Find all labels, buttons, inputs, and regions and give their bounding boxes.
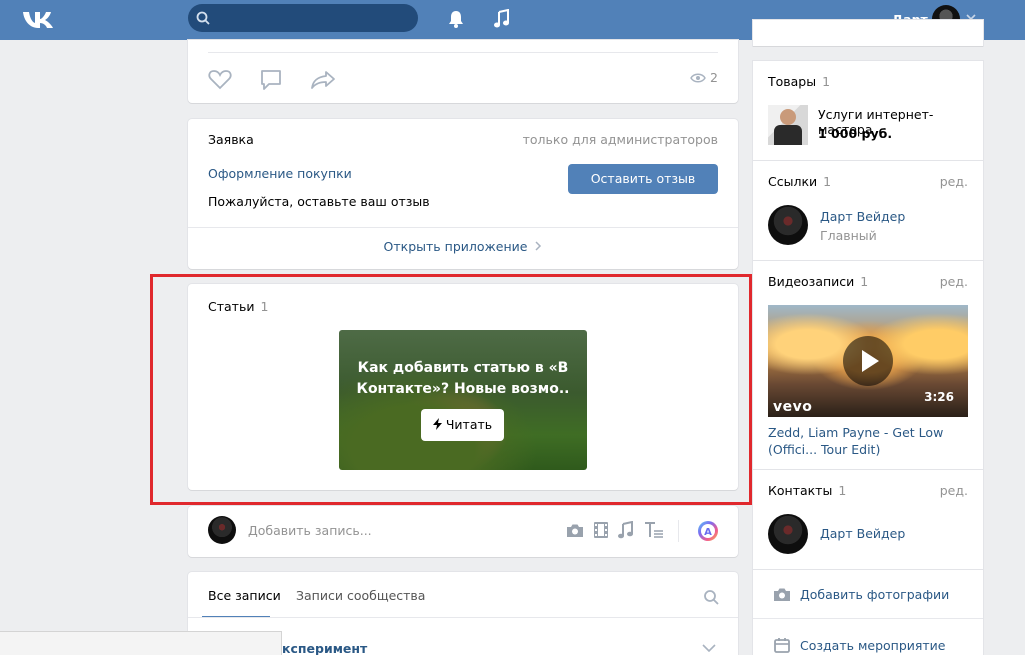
divider (188, 227, 738, 228)
vevo-logo: vevo (773, 399, 813, 415)
goods-count: 1 (822, 74, 831, 89)
contacts-avatar[interactable] (768, 514, 808, 554)
video-icon[interactable] (594, 522, 608, 538)
app-subtitle: Пожалуйста, оставьте ваш отзыв (208, 194, 430, 209)
videos-edit-link[interactable]: ред. (940, 274, 968, 289)
videos-header[interactable]: Видеозаписи 1 (768, 274, 868, 289)
notifications-bell-icon[interactable] (446, 9, 466, 29)
camera-icon[interactable] (566, 523, 584, 538)
chevron-right-icon (535, 241, 542, 251)
svg-text:A: A (704, 527, 712, 538)
links-avatar[interactable] (768, 205, 808, 245)
composer-avatar (208, 516, 236, 544)
goods-title: Товары (768, 74, 817, 89)
contacts-block: Контакты 1 ред. Дарт Вейдер (753, 470, 983, 569)
calendar-icon[interactable] (774, 637, 790, 653)
video-thumbnail[interactable]: vevo 3:26 (768, 305, 968, 417)
contacts-header[interactable]: Контакты 1 (768, 483, 846, 498)
search-icon (196, 11, 210, 25)
app-title: Заявка (208, 132, 254, 147)
views-count: 2 (710, 70, 718, 85)
comment-icon[interactable] (260, 69, 282, 91)
divider (208, 52, 718, 53)
contacts-name[interactable]: Дарт Вейдер (820, 526, 905, 541)
thumbnail-person-head (780, 109, 796, 125)
search-input[interactable] (188, 4, 418, 32)
audio-icon[interactable] (618, 521, 634, 539)
status-bar (0, 631, 282, 655)
right-card-top-edge (753, 20, 983, 46)
tab-community-posts[interactable]: Записи сообщества (296, 588, 425, 603)
like-heart-icon[interactable] (208, 68, 232, 90)
post-title-partial[interactable]: ксперимент (282, 641, 367, 655)
music-icon[interactable] (493, 9, 511, 29)
add-post-input[interactable]: Добавить запись... (248, 523, 372, 538)
goods-item-price: 1 000 руб. (818, 126, 893, 141)
leave-review-button[interactable]: Оставить отзыв (568, 164, 718, 194)
videos-block: Видеозаписи 1 ред. vevo 3:26 Zedd, Liam P… (753, 261, 983, 469)
divider (188, 617, 738, 618)
open-app-link[interactable]: Открыть приложение (188, 239, 738, 254)
views-eye-icon (690, 73, 706, 83)
links-count: 1 (823, 174, 832, 189)
links-block: Ссылки 1 ред. Дарт Вейдер Главный (753, 161, 983, 260)
chevron-down-icon[interactable] (702, 644, 716, 652)
links-edit-link[interactable]: ред. (940, 174, 968, 189)
search-icon[interactable] (703, 589, 719, 605)
share-icon[interactable] (310, 70, 336, 90)
videos-title: Видеозаписи (768, 274, 855, 289)
contacts-count: 1 (838, 483, 847, 498)
video-duration: 3:26 (924, 390, 954, 404)
purchase-link[interactable]: Оформление покупки (208, 166, 352, 181)
vk-logo-icon[interactable] (22, 9, 56, 31)
app-visibility: только для администраторов (522, 132, 718, 147)
create-event-link[interactable]: Создать мероприятие (800, 638, 946, 653)
article-text-icon[interactable] (644, 522, 664, 538)
video-title[interactable]: Zedd, Liam Payne - Get Low (Offici... To… (768, 424, 973, 458)
goods-thumbnail[interactable] (768, 105, 808, 145)
videos-count: 1 (860, 274, 869, 289)
post-composer: Добавить запись... A (188, 506, 738, 557)
app-widget-card: Заявка только для администраторов Оформл… (188, 119, 738, 269)
links-title: Ссылки (768, 174, 818, 189)
goods-block: Товары 1 Услуги интернет-мастера 1 000 ру… (753, 61, 983, 160)
highlight-frame (150, 274, 752, 505)
links-description: Главный (820, 228, 877, 243)
thumbnail-person-body (774, 125, 802, 145)
goods-header[interactable]: Товары 1 (768, 74, 830, 89)
links-header[interactable]: Ссылки 1 (768, 174, 831, 189)
post-actions-card: 2 (188, 40, 738, 103)
contacts-edit-link[interactable]: ред. (940, 483, 968, 498)
divider (753, 618, 983, 619)
add-photos-link[interactable]: Добавить фотографии (800, 587, 949, 602)
links-name[interactable]: Дарт Вейдер (820, 209, 905, 224)
author-switch-icon[interactable]: A (697, 520, 719, 542)
divider (678, 520, 679, 542)
tab-all-posts[interactable]: Все записи (208, 588, 281, 603)
play-icon[interactable] (843, 336, 893, 386)
open-app-label: Открыть приложение (383, 239, 528, 254)
camera-icon[interactable] (773, 587, 791, 602)
contacts-title: Контакты (768, 483, 833, 498)
